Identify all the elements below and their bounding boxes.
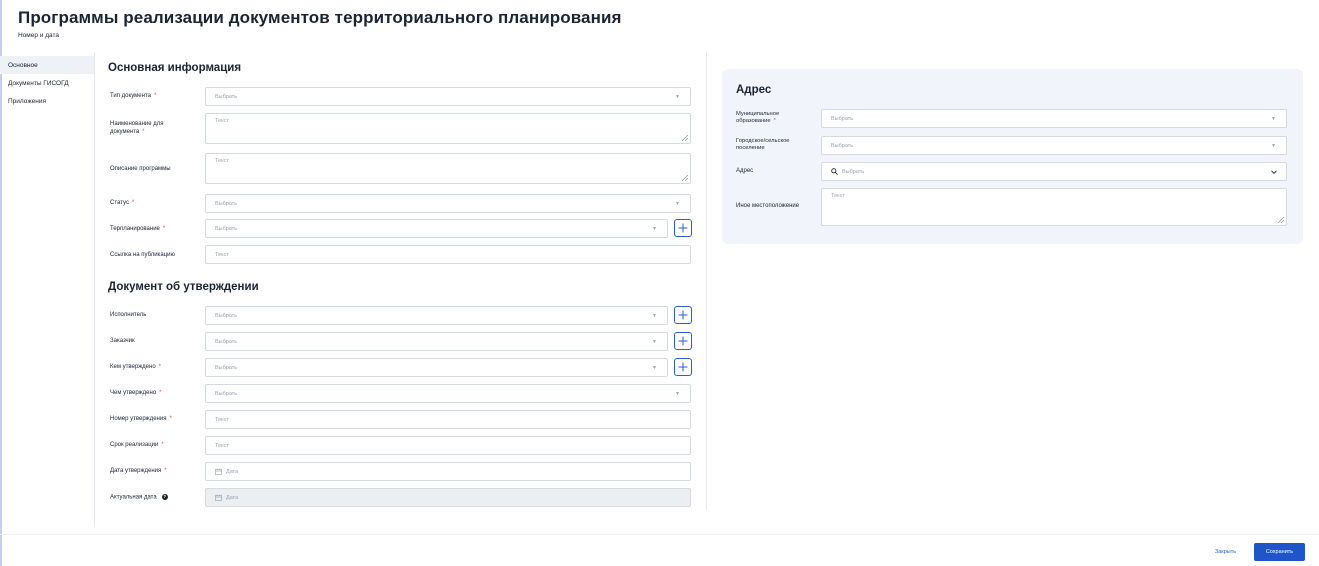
chevron-down-icon: ▼	[652, 364, 657, 371]
plus-icon	[678, 223, 688, 233]
address-search-select[interactable]: Выбрать	[821, 162, 1287, 181]
executor-placeholder: Выбрать	[215, 312, 238, 319]
pub-link-placeholder: Текст	[215, 251, 229, 258]
status-placeholder: Выбрать	[215, 200, 238, 207]
settlement-select[interactable]: Выбрать ▼	[821, 136, 1287, 155]
address-label: Адрес	[736, 168, 754, 174]
doc-name-label: Наименование для документа *	[110, 121, 164, 135]
sidebar: Основное Документы ГИСОГД Приложения	[0, 56, 94, 110]
executor-label: Исполнитель	[110, 312, 147, 318]
approved-by-label: Кем утверждено *	[110, 364, 162, 370]
approval-doc-title: Документ об утверждении	[108, 281, 259, 293]
doc-name-textarea[interactable]: Текст	[205, 113, 691, 144]
other-location-placeholder: Текст	[831, 193, 845, 199]
calendar-icon	[215, 468, 222, 475]
resize-handle-icon[interactable]	[682, 135, 688, 141]
add-executor-button[interactable]	[674, 306, 692, 324]
plus-icon	[678, 362, 688, 372]
actual-date-placeholder: Дата	[226, 494, 239, 501]
chevron-down-icon: ▼	[652, 225, 657, 232]
plus-icon	[678, 336, 688, 346]
impl-period-label: Срок реализации *	[110, 442, 164, 448]
pub-link-input[interactable]: Текст	[205, 245, 691, 264]
terplan-placeholder: Выбрать	[215, 225, 238, 232]
add-terplan-button[interactable]	[674, 219, 692, 237]
customer-placeholder: Выбрать	[215, 338, 238, 345]
municipality-placeholder: Выбрать	[831, 115, 854, 122]
column-divider	[706, 52, 707, 510]
customer-label: Заказчик	[110, 338, 135, 344]
address-placeholder: Выбрать	[842, 168, 865, 175]
settlement-label: Городское/сельское поселение	[736, 138, 790, 151]
doc-type-placeholder: Выбрать	[215, 93, 238, 100]
terplan-select[interactable]: Выбрать ▼	[205, 219, 668, 238]
actual-date-input: Дата	[205, 488, 691, 507]
approved-by-placeholder: Выбрать	[215, 364, 238, 371]
sidebar-item-gisogd-docs[interactable]: Документы ГИСОГД	[0, 74, 94, 92]
approval-date-placeholder: Дата	[226, 468, 239, 475]
approval-number-input[interactable]: Текст	[205, 410, 691, 429]
customer-select[interactable]: Выбрать ▼	[205, 332, 668, 351]
sidebar-item-attachments[interactable]: Приложения	[0, 92, 94, 110]
approved-with-placeholder: Выбрать	[215, 390, 238, 397]
municipality-label: Муниципальное образование *	[736, 111, 780, 124]
sidebar-item-main[interactable]: Основное	[0, 56, 94, 74]
program-desc-label: Описание программы	[110, 166, 171, 172]
municipality-select[interactable]: Выбрать ▼	[821, 109, 1287, 128]
other-location-textarea[interactable]: Текст	[821, 188, 1287, 226]
pub-link-label: Ссылка на публикацию	[110, 252, 175, 258]
executor-select[interactable]: Выбрать ▼	[205, 306, 668, 325]
approved-with-select[interactable]: Выбрать ▼	[205, 384, 691, 403]
status-select[interactable]: Выбрать ▼	[205, 194, 691, 213]
settlement-placeholder: Выбрать	[831, 142, 854, 149]
sidebar-divider	[94, 52, 95, 526]
terplan-label: Терпланирование *	[110, 226, 166, 232]
impl-period-input[interactable]: Текст	[205, 436, 691, 455]
add-approved-by-button[interactable]	[674, 358, 692, 376]
chevron-down-icon: ▼	[675, 390, 680, 397]
approval-number-label: Номер утверждения *	[110, 416, 172, 422]
search-icon	[831, 168, 838, 175]
info-icon[interactable]: ?	[161, 494, 168, 500]
actual-date-label: Актуальная дата?	[110, 494, 168, 501]
chevron-down-icon: ▼	[675, 93, 680, 100]
program-desc-textarea[interactable]: Текст	[205, 153, 691, 184]
status-label: Статус *	[110, 200, 135, 206]
approval-date-label: Дата утверждения *	[110, 468, 167, 474]
main-info-title: Основная информация	[108, 62, 242, 74]
resize-handle-icon[interactable]	[1278, 217, 1284, 223]
plus-icon	[678, 310, 688, 320]
chevron-down-icon: ▼	[652, 312, 657, 319]
resize-handle-icon[interactable]	[682, 175, 688, 181]
address-title: Адрес	[736, 84, 772, 96]
save-button[interactable]: Сохранить	[1254, 543, 1305, 561]
doc-name-placeholder: Текст	[215, 118, 229, 124]
approval-number-placeholder: Текст	[215, 416, 229, 423]
chevron-down-icon: ▼	[1271, 115, 1276, 122]
other-location-label: Иное местоположение	[736, 203, 800, 209]
approved-by-select[interactable]: Выбрать ▼	[205, 358, 668, 377]
page-title: Программы реализации документов территор…	[18, 8, 622, 27]
close-button[interactable]: Закрыть	[1203, 543, 1248, 561]
chevron-down-icon: ▼	[652, 338, 657, 345]
page-subtitle: Номер и дата	[18, 32, 60, 39]
chevron-down-icon	[1271, 169, 1277, 174]
calendar-icon	[215, 494, 222, 501]
impl-period-placeholder: Текст	[215, 442, 229, 449]
chevron-down-icon: ▼	[1271, 142, 1276, 149]
add-customer-button[interactable]	[674, 332, 692, 350]
chevron-down-icon: ▼	[675, 200, 680, 207]
approval-date-input[interactable]: Дата	[205, 462, 691, 481]
program-desc-placeholder: Текст	[215, 158, 229, 164]
footer-divider	[0, 534, 1319, 535]
doc-type-label: Тип документа *	[110, 93, 157, 99]
approved-with-label: Чем утверждено *	[110, 390, 162, 396]
doc-type-select[interactable]: Выбрать ▼	[205, 87, 691, 106]
